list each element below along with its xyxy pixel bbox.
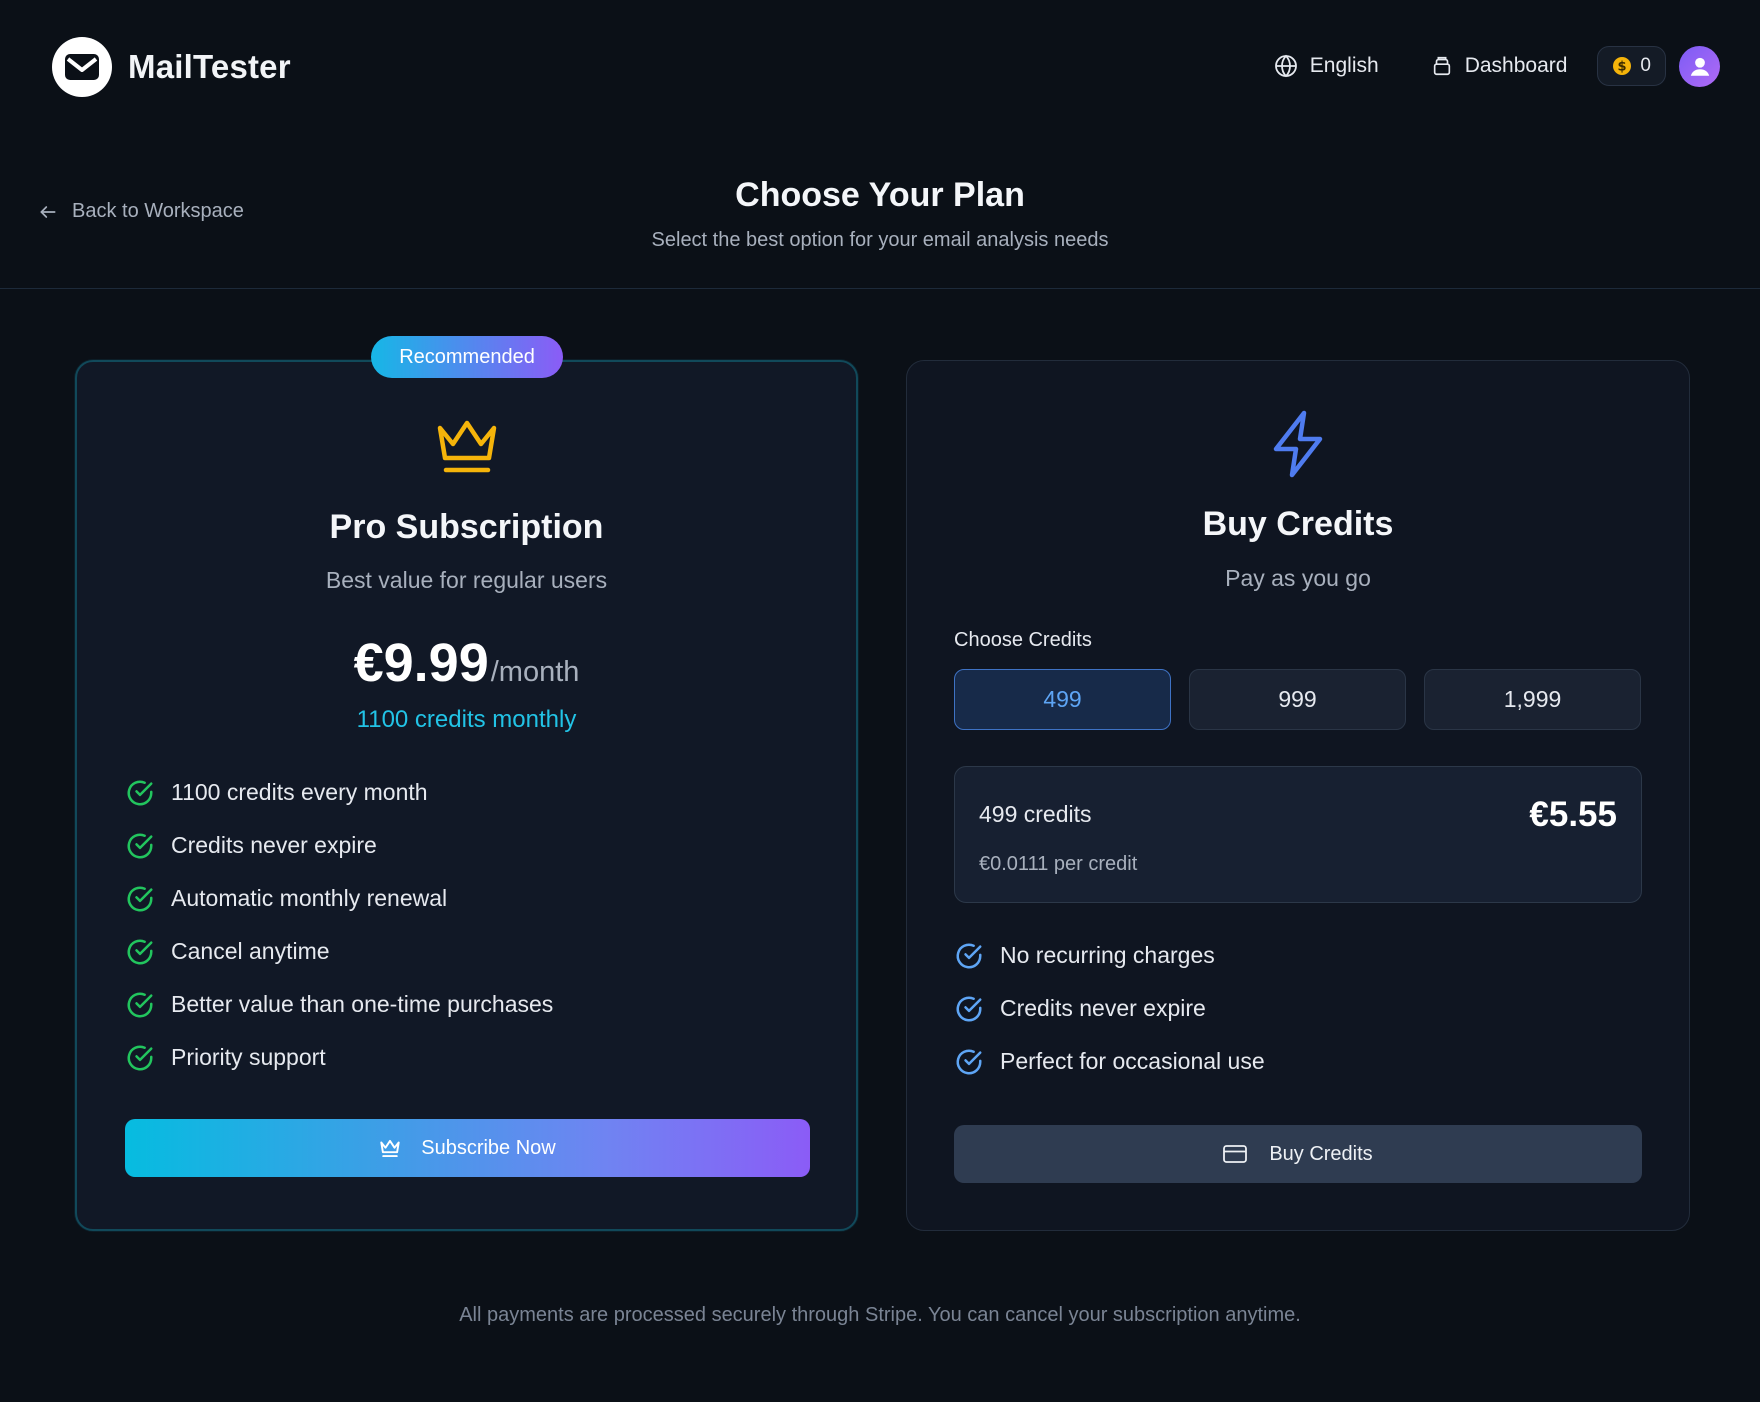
svg-text:$: $ — [1618, 60, 1627, 75]
pro-feature-list: 1100 credits every month Credits never e… — [125, 766, 553, 1084]
credit-option-999[interactable]: 999 — [1189, 669, 1406, 730]
check-circle-icon — [956, 943, 982, 968]
list-item: Credits never expire — [125, 819, 553, 872]
check-circle-icon — [956, 1049, 982, 1074]
crown-icon — [77, 414, 856, 476]
check-circle-icon — [127, 886, 153, 911]
coin-icon: $ — [1613, 57, 1632, 75]
credit-option-499[interactable]: 499 — [954, 669, 1171, 730]
feature-text: 1100 credits every month — [171, 779, 428, 805]
pro-subscription-card: Pro Subscription Best value for regular … — [75, 360, 858, 1231]
credits-subtitle: Pay as you go — [1225, 565, 1371, 591]
check-circle-icon — [127, 992, 153, 1017]
list-item: Priority support — [125, 1031, 553, 1084]
credits-title: Buy Credits — [1202, 505, 1394, 543]
user-avatar[interactable] — [1679, 45, 1720, 87]
list-item: No recurring charges — [954, 929, 1265, 982]
recommended-badge: Recommended — [371, 336, 563, 378]
check-circle-icon — [127, 780, 153, 805]
summary-per-credit: €0.0111 per credit — [979, 853, 1138, 875]
credit-card-icon — [1223, 1145, 1248, 1163]
page-header: Back to Workspace Choose Your Plan Selec… — [0, 132, 1760, 289]
feature-text: Credits never expire — [171, 832, 377, 858]
summary-price: €5.55 — [1529, 795, 1617, 834]
dashboard-link[interactable]: Dashboard — [1431, 54, 1568, 78]
language-selector[interactable]: English — [1274, 54, 1379, 78]
credit-option-1999[interactable]: 1,999 — [1424, 669, 1641, 730]
check-circle-icon — [127, 1045, 153, 1070]
pro-title: Pro Subscription — [329, 508, 604, 546]
list-item: Cancel anytime — [125, 925, 553, 978]
buy-credits-button[interactable]: Buy Credits — [954, 1125, 1642, 1183]
list-item: 1100 credits every month — [125, 766, 553, 819]
list-item: Perfect for occasional use — [954, 1035, 1265, 1088]
feature-text: Better value than one-time purchases — [171, 991, 554, 1017]
mail-logo-icon — [52, 37, 112, 97]
list-item: Better value than one-time purchases — [125, 978, 553, 1031]
app-logo[interactable]: MailTester — [52, 37, 291, 97]
globe-icon — [1274, 54, 1297, 78]
dashboard-label: Dashboard — [1464, 54, 1568, 77]
coin-balance-badge[interactable]: $ 0 — [1597, 46, 1666, 86]
user-icon — [1690, 57, 1709, 76]
pro-price: €9.99 /month — [77, 632, 856, 694]
pro-subtitle: Best value for regular users — [325, 567, 608, 593]
language-label: English — [1309, 54, 1379, 77]
feature-text: Cancel anytime — [171, 938, 330, 964]
payment-footer-note: All payments are processed securely thro… — [459, 1304, 1301, 1326]
pro-price-amount: €9.99 — [353, 633, 489, 693]
feature-text: Credits never expire — [1000, 995, 1206, 1021]
lightning-icon — [907, 409, 1689, 479]
list-item: Credits never expire — [954, 982, 1265, 1035]
pro-price-period: /month — [490, 656, 580, 688]
dashboard-icon — [1433, 56, 1450, 76]
list-item: Automatic monthly renewal — [125, 872, 553, 925]
check-circle-icon — [127, 939, 153, 964]
credits-summary-panel: 499 credits €5.55 €0.0111 per credit — [954, 766, 1642, 903]
feature-text: Automatic monthly renewal — [171, 885, 448, 911]
coin-count: 0 — [1640, 55, 1651, 76]
feature-text: Perfect for occasional use — [1000, 1048, 1265, 1074]
crown-icon — [380, 1139, 400, 1158]
check-circle-icon — [956, 996, 982, 1021]
credits-feature-list: No recurring charges Credits never expir… — [954, 929, 1265, 1088]
subscribe-now-button[interactable]: Subscribe Now — [125, 1119, 810, 1177]
top-navigation-bar: MailTester English Dashboard $ 0 — [0, 0, 1760, 132]
page-subtitle: Select the best option for your email an… — [651, 229, 1109, 251]
feature-text: Priority support — [171, 1044, 326, 1070]
page-title: Choose Your Plan — [735, 176, 1025, 214]
summary-credits: 499 credits — [979, 801, 1092, 827]
subscribe-label: Subscribe Now — [421, 1136, 556, 1159]
buy-credits-label: Buy Credits — [1269, 1142, 1373, 1165]
check-circle-icon — [127, 833, 153, 858]
buy-credits-card: Buy Credits Pay as you go Choose Credits… — [906, 360, 1690, 1231]
app-name: MailTester — [128, 48, 291, 85]
choose-credits-label: Choose Credits — [954, 629, 1092, 651]
feature-text: No recurring charges — [1000, 942, 1215, 968]
pro-credits-monthly: 1100 credits monthly — [356, 706, 577, 733]
